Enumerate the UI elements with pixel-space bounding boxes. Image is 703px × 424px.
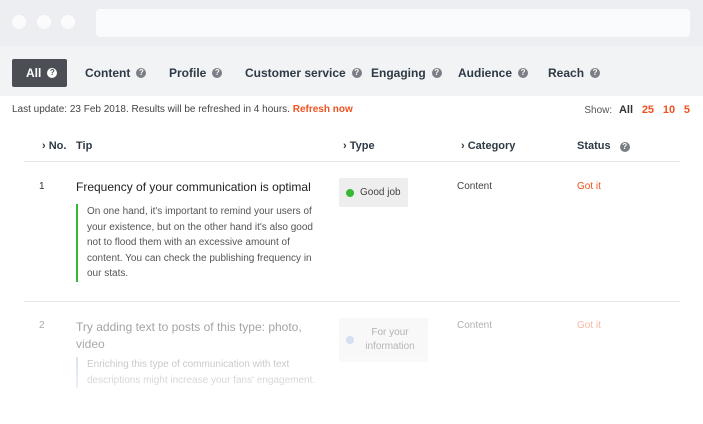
tip-title: Try adding text to posts of this type: p… <box>76 320 302 351</box>
good-job-dot-icon <box>346 188 354 197</box>
column-header-status: Status ? <box>577 140 630 152</box>
tip-description: On one hand, it's important to remind yo… <box>76 204 323 282</box>
type-badge: For your information <box>339 318 428 362</box>
column-header-category[interactable]: › Category <box>461 140 515 152</box>
header-divider <box>24 161 680 162</box>
column-label: Status <box>577 140 611 152</box>
tab-label: Reach <box>548 66 585 80</box>
tip-title: Frequency of your communication is optim… <box>76 180 311 194</box>
type-label: For your information <box>365 327 415 352</box>
column-label: Tip <box>76 140 93 152</box>
row-number: 1 <box>39 181 45 192</box>
refresh-now-link[interactable]: Refresh now <box>293 104 353 115</box>
window-close-dot[interactable] <box>12 15 26 29</box>
help-icon[interactable]: ? <box>518 68 529 78</box>
help-icon[interactable]: ? <box>590 68 601 78</box>
help-icon[interactable]: ? <box>212 68 223 78</box>
got-it-link[interactable]: Got it <box>577 181 601 192</box>
tab-label: Audience <box>458 66 513 80</box>
tab-profile[interactable]: Profile ? <box>169 59 223 87</box>
tab-label: Customer service <box>245 66 346 80</box>
column-label: No. <box>48 140 67 152</box>
category-tabs: All ? Content ? Profile ? Customer servi… <box>0 46 703 96</box>
tab-engaging[interactable]: Engaging ? <box>371 59 442 87</box>
last-update-info: Last update: 23 Feb 2018. Results will b… <box>12 104 353 115</box>
show-option-10[interactable]: 10 <box>663 104 675 116</box>
help-icon[interactable]: ? <box>431 68 442 78</box>
tab-all[interactable]: All ? <box>12 59 68 87</box>
category-value: Content <box>457 320 493 331</box>
help-icon[interactable]: ? <box>47 68 58 78</box>
tab-audience[interactable]: Audience ? <box>458 59 529 87</box>
browser-chrome <box>0 0 703 46</box>
window-minimize-dot[interactable] <box>37 15 51 29</box>
tab-customer-service[interactable]: Customer service ? <box>245 59 362 87</box>
address-bar[interactable] <box>96 9 690 37</box>
column-label: Type <box>349 140 375 152</box>
tab-content[interactable]: Content ? <box>85 59 147 87</box>
row-number: 2 <box>39 320 45 331</box>
show-option-all[interactable]: All <box>619 104 633 116</box>
show-label: Show: <box>584 105 613 116</box>
column-label: Category <box>467 140 516 152</box>
show-option-25[interactable]: 25 <box>642 104 654 116</box>
row-divider <box>24 301 680 302</box>
help-icon[interactable]: ? <box>136 68 147 78</box>
type-badge: Good job <box>339 178 408 207</box>
tab-label: All <box>26 66 42 80</box>
last-update-text: Last update: 23 Feb 2018. Results will b… <box>12 104 290 115</box>
type-label: Good job <box>360 187 401 198</box>
tab-label: Profile <box>169 66 207 80</box>
tab-reach[interactable]: Reach ? <box>548 59 601 87</box>
tab-label: Engaging <box>371 66 426 80</box>
chevron-right-icon: › <box>343 140 347 152</box>
column-header-type[interactable]: › Type <box>343 140 375 152</box>
window-maximize-dot[interactable] <box>61 15 75 29</box>
info-dot-icon <box>346 336 354 344</box>
show-option-5[interactable]: 5 <box>684 104 690 116</box>
show-count-selector: Show: All 25 10 5 <box>584 104 690 116</box>
category-value: Content <box>457 181 493 192</box>
column-header-no[interactable]: › No. <box>42 140 66 152</box>
column-header-tip: Tip <box>76 140 92 152</box>
help-icon[interactable]: ? <box>619 142 630 152</box>
tab-label: Content <box>85 66 131 80</box>
chevron-right-icon: › <box>42 140 46 152</box>
help-icon[interactable]: ? <box>351 68 362 78</box>
tip-description: Enriching this type of communication wit… <box>76 357 323 388</box>
chevron-right-icon: › <box>461 140 465 152</box>
got-it-link[interactable]: Got it <box>577 320 601 331</box>
